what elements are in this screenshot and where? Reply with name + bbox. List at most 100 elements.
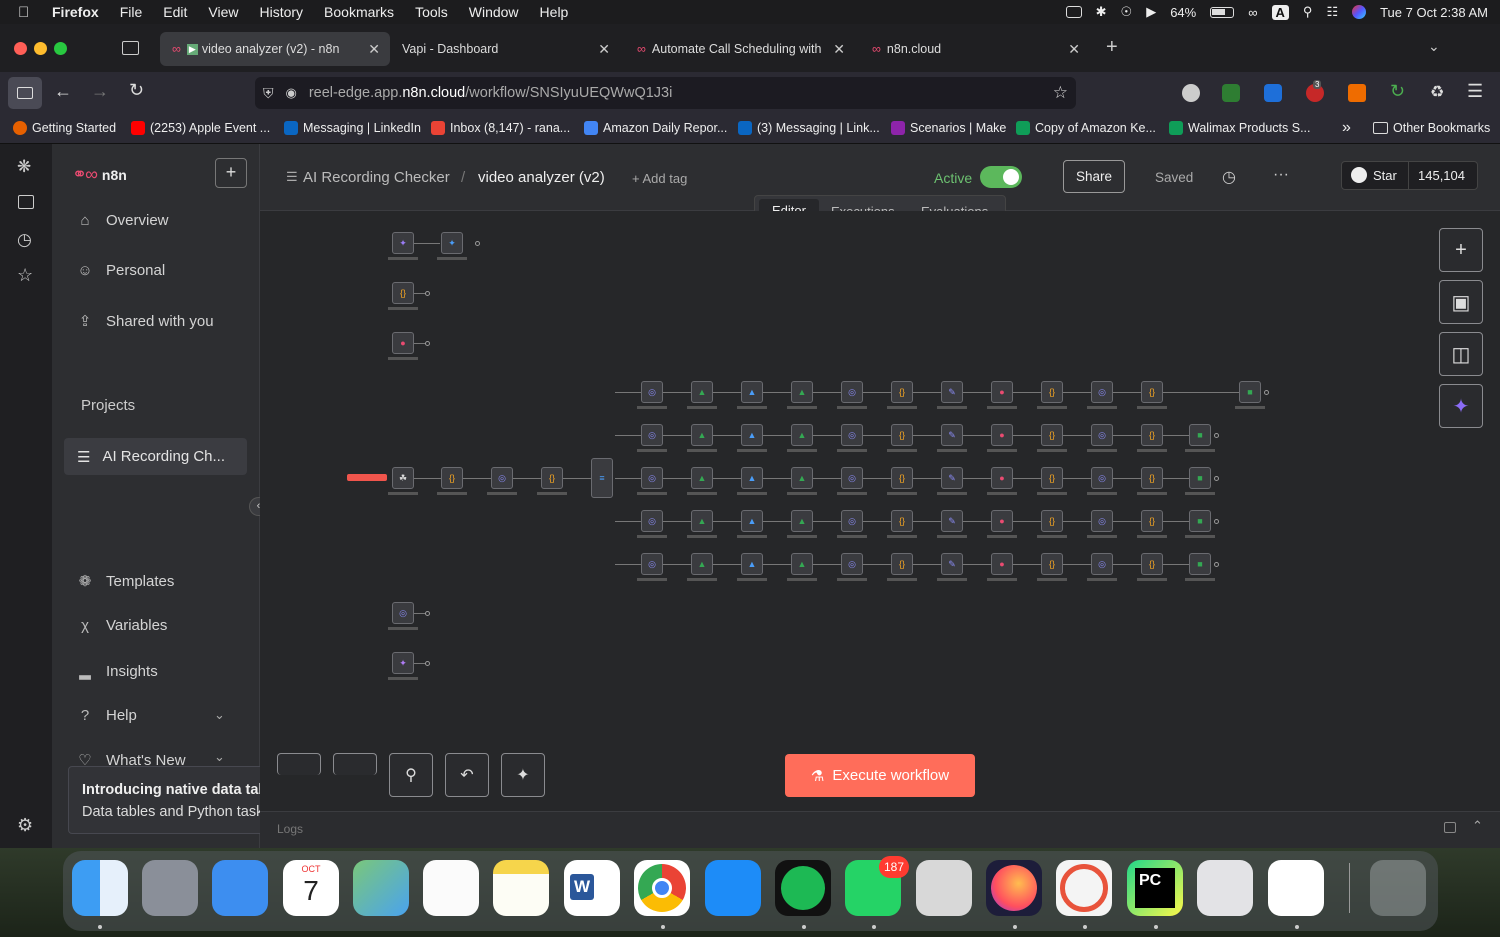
- extensions-puzzle-icon[interactable]: ♻: [1430, 82, 1444, 102]
- workflow-node[interactable]: ▲: [691, 510, 713, 532]
- workflow-node[interactable]: ▲: [791, 553, 813, 575]
- workflow-node[interactable]: ✦: [392, 652, 414, 674]
- app-store-icon[interactable]: [705, 860, 761, 916]
- menu-edit[interactable]: Edit: [163, 4, 187, 20]
- create-button[interactable]: +: [215, 158, 247, 188]
- workflow-node[interactable]: ◎: [841, 424, 863, 446]
- display-icon[interactable]: [1065, 6, 1082, 18]
- workflow-node[interactable]: ◎: [641, 467, 663, 489]
- tab-list-chevron-icon[interactable]: ⌄: [1428, 38, 1440, 55]
- workflow-node[interactable]: {}: [1041, 424, 1063, 446]
- workflow-node[interactable]: ✎: [941, 467, 963, 489]
- ai-assistant-button[interactable]: ✦: [1439, 384, 1483, 428]
- workflow-node[interactable]: ●: [991, 553, 1013, 575]
- share-button[interactable]: Share: [1063, 160, 1125, 193]
- bookmark-apple-event[interactable]: (2253) Apple Event ...: [131, 121, 270, 135]
- menu-firefox[interactable]: Firefox: [52, 4, 99, 20]
- minimize-window-button[interactable]: [34, 42, 47, 55]
- close-tab-icon[interactable]: ✕: [833, 41, 845, 58]
- menu-tools[interactable]: Tools: [415, 4, 448, 20]
- add-node-button[interactable]: +: [1439, 228, 1483, 272]
- workflow-node[interactable]: ▲: [741, 424, 763, 446]
- add-tag-button[interactable]: + Add tag: [632, 171, 687, 186]
- workflow-node[interactable]: ▲: [691, 381, 713, 403]
- workflow-node[interactable]: ●: [991, 467, 1013, 489]
- sync-icon[interactable]: ↻: [1390, 81, 1405, 102]
- node-output-handle[interactable]: [1214, 519, 1219, 524]
- notes-icon[interactable]: [493, 860, 549, 916]
- workflow-node[interactable]: ▲: [691, 424, 713, 446]
- reminders-icon[interactable]: [423, 860, 479, 916]
- workflow-canvas[interactable]: ✦ ✦ {} ● ◎ ✦ ☘ {} ◎ {} ≡ ◎ ▲ ▲ ▲ ◎ {} ✎ ● {} ◎ {} ■ ◎ ▲ ▲ ▲ ◎ {} ✎ ● {}…: [260, 211, 1500, 811]
- chrome-icon[interactable]: [634, 860, 690, 916]
- word-icon[interactable]: W: [564, 860, 620, 916]
- menu-bookmarks[interactable]: Bookmarks: [324, 4, 394, 20]
- synced-tabs-icon[interactable]: [18, 195, 34, 209]
- whats-new-chevron-icon[interactable]: ⌄: [214, 749, 225, 765]
- workflow-node[interactable]: ■: [1189, 424, 1211, 446]
- new-tab-icon[interactable]: +: [1106, 36, 1118, 59]
- workflow-node[interactable]: ☘: [392, 467, 414, 489]
- launchpad-icon[interactable]: [142, 860, 198, 916]
- workflow-node[interactable]: ◎: [1091, 510, 1113, 532]
- nav-personal[interactable]: ☺ Personal: [76, 262, 165, 279]
- undo-button[interactable]: ↶: [445, 753, 489, 797]
- switch-node[interactable]: ≡: [591, 458, 613, 498]
- workflow-node[interactable]: {}: [1041, 381, 1063, 403]
- zoom-in-button[interactable]: [333, 753, 377, 775]
- workflow-node[interactable]: ▲: [791, 510, 813, 532]
- firefox-dock-icon[interactable]: [986, 860, 1042, 916]
- history-clock-icon[interactable]: ◷: [1222, 167, 1236, 187]
- workflow-node[interactable]: ■: [1189, 467, 1211, 489]
- workflow-node[interactable]: ◎: [1091, 467, 1113, 489]
- workflow-node[interactable]: ▲: [791, 424, 813, 446]
- control-center-icon[interactable]: ☷: [1326, 4, 1338, 20]
- bookmark-amazon-keywords[interactable]: Copy of Amazon Ke...: [1016, 121, 1156, 135]
- workflow-node[interactable]: {}: [1041, 553, 1063, 575]
- expand-chevron-icon[interactable]: ⌃: [1472, 818, 1483, 834]
- node-output-handle[interactable]: [475, 241, 480, 246]
- workflow-node[interactable]: ✎: [941, 424, 963, 446]
- nav-shared-with-you[interactable]: ⇪ Shared with you: [76, 312, 214, 331]
- menu-window[interactable]: Window: [469, 4, 519, 20]
- workflow-node[interactable]: ▲: [741, 467, 763, 489]
- workflow-name[interactable]: video analyzer (v2): [478, 169, 605, 186]
- workflow-node[interactable]: ◎: [641, 553, 663, 575]
- node-output-handle[interactable]: [1214, 562, 1219, 567]
- pycharm-icon[interactable]: PC: [1127, 860, 1183, 916]
- tab-vapi[interactable]: Vapi - Dashboard ✕: [390, 32, 620, 66]
- menu-history[interactable]: History: [259, 4, 303, 20]
- workflow-node[interactable]: ▲: [691, 467, 713, 489]
- github-star-button[interactable]: Star 145,104: [1341, 161, 1478, 190]
- nav-variables[interactable]: χ Variables: [76, 617, 167, 634]
- fit-view-button[interactable]: [277, 753, 321, 775]
- workflow-node[interactable]: {}: [1141, 553, 1163, 575]
- bookmarks-star-icon[interactable]: ☆: [17, 265, 33, 286]
- workflow-node[interactable]: ●: [991, 510, 1013, 532]
- lock-icon[interactable]: ◉: [286, 85, 297, 101]
- tab-automate-call[interactable]: ∞ Automate Call Scheduling with \ ✕: [625, 32, 855, 66]
- bookmark-linkedin-messaging[interactable]: Messaging | LinkedIn: [284, 121, 421, 135]
- maps-icon[interactable]: [353, 860, 409, 916]
- shield-icon[interactable]: ⛨: [263, 85, 274, 102]
- execute-workflow-button[interactable]: ⚗ Execute workflow: [785, 754, 975, 797]
- workflow-node[interactable]: ◎: [392, 602, 414, 624]
- tick-tick-icon[interactable]: [1056, 860, 1112, 916]
- workflow-node[interactable]: ●: [991, 381, 1013, 403]
- extension-orange-icon[interactable]: [1348, 84, 1366, 102]
- workflow-node[interactable]: ■: [1189, 510, 1211, 532]
- workflow-node[interactable]: ▲: [741, 381, 763, 403]
- tab-overview-icon[interactable]: [122, 41, 139, 55]
- workflow-node[interactable]: ◎: [1091, 553, 1113, 575]
- bookmark-linkedin-3[interactable]: (3) Messaging | Link...: [738, 121, 880, 135]
- apple-icon[interactable]: : [18, 4, 38, 21]
- workflow-node[interactable]: ▲: [791, 467, 813, 489]
- zoom-out-button[interactable]: ⚲: [389, 753, 433, 797]
- close-window-button[interactable]: [14, 42, 27, 55]
- workflow-node[interactable]: ✦: [392, 232, 414, 254]
- close-tab-icon[interactable]: ✕: [368, 41, 380, 58]
- workflow-node[interactable]: {}: [1141, 381, 1163, 403]
- workflow-node[interactable]: ◎: [641, 424, 663, 446]
- mail-icon[interactable]: [212, 860, 268, 916]
- bookmark-star-icon[interactable]: ☆: [1053, 83, 1068, 103]
